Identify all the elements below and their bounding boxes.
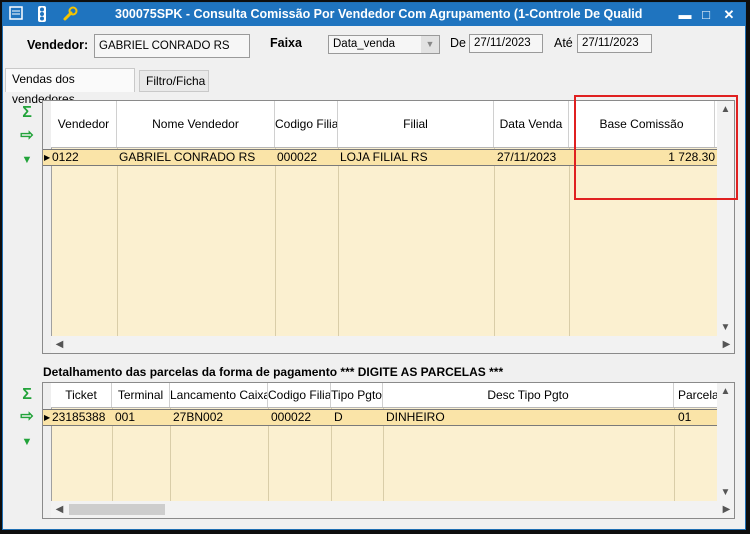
move-down-icon[interactable]: ▼ [17, 151, 37, 169]
tab-filtro-ficha[interactable]: Filtro/Ficha [139, 70, 209, 92]
scroll-left-icon[interactable]: ◀ [51, 501, 68, 518]
faixa-select[interactable]: Data_venda ▼ [328, 35, 440, 54]
cell-codigo-filial: 000022 [271, 410, 312, 424]
col-parcela[interactable]: Parcela [674, 383, 719, 407]
cell-ticket: 23185388 [52, 410, 106, 424]
traffic-light-icon[interactable] [33, 6, 51, 23]
tab-strip: Vendas dos vendedores Filtro/Ficha [3, 68, 745, 106]
scroll-right-icon[interactable]: ▶ [718, 336, 734, 353]
export-icon[interactable]: ⇨ [17, 127, 37, 145]
date-from-field[interactable]: 27/11/2023 [469, 34, 543, 53]
cell-tipo-pgto: D [334, 410, 343, 424]
vendedor-field[interactable]: GABRIEL CONRADO RS [94, 34, 250, 58]
col-tipo-pgto[interactable]: Tipo Pgto [331, 383, 383, 407]
cell-desc-tipo-pgto: DINHEIRO [386, 410, 445, 424]
cell-lancamento-caixa: 27BN002 [173, 410, 224, 424]
app-window: 300075SPK - Consulta Comissão Por Vended… [2, 2, 746, 530]
cell-terminal: 001 [115, 410, 136, 424]
tab-vendas-dos-vendedores[interactable]: Vendas dos vendedores [5, 68, 135, 106]
minimize-button[interactable]: ▬ [675, 5, 695, 24]
cell-filial: LOJA FILIAL RS [340, 150, 428, 164]
cell-parcela: 01 [678, 410, 692, 424]
col-terminal[interactable]: Terminal [112, 383, 170, 407]
window-title: 300075SPK - Consulta Comissão Por Vended… [115, 7, 643, 21]
payments-vertical-scrollbar[interactable]: ▲ ▼ [717, 383, 734, 501]
scroll-right-icon[interactable]: ▶ [718, 501, 734, 518]
scroll-up-icon[interactable]: ▲ [717, 383, 734, 400]
section-title: Detalhamento das parcelas da forma de pa… [43, 365, 504, 379]
export-icon[interactable]: ⇨ [17, 408, 37, 426]
window-menu-icon[interactable] [7, 6, 25, 23]
sum-icon[interactable]: Σ [17, 104, 37, 122]
cell-nome-vendedor: GABRIEL CONRADO RS [119, 150, 256, 164]
de-label: De [450, 36, 466, 50]
restore-button[interactable]: □ [696, 5, 716, 24]
cell-codigo-filial: 000022 [277, 150, 318, 164]
col-codigo-filial[interactable]: Codigo Filial [268, 383, 331, 407]
move-down-icon[interactable]: ▼ [17, 433, 37, 451]
col-codigo-filial[interactable]: Codigo Filial [275, 101, 338, 147]
payments-grid-header: Ticket Terminal Lancamento Caixa Codigo … [51, 383, 719, 408]
title-bar: 300075SPK - Consulta Comissão Por Vended… [3, 3, 745, 26]
current-row-icon: ▶ [44, 153, 51, 162]
close-button[interactable]: ✕ [719, 5, 739, 24]
highlight-box [574, 95, 738, 200]
faixa-label: Faixa [270, 36, 302, 50]
current-row-icon: ▶ [44, 413, 51, 422]
payments-horizontal-scrollbar[interactable]: ◀ ▶ [51, 501, 734, 518]
col-vendedor[interactable]: Vendedor [51, 101, 117, 147]
sales-horizontal-scrollbar[interactable]: ◀ ▶ [51, 336, 734, 353]
col-filial[interactable]: Filial [338, 101, 494, 147]
scroll-left-icon[interactable]: ◀ [51, 336, 68, 353]
wrench-icon[interactable] [61, 6, 79, 23]
cell-data-venda: 27/11/2023 [497, 150, 557, 164]
col-data-venda[interactable]: Data Venda [494, 101, 569, 147]
col-lancamento-caixa[interactable]: Lancamento Caixa [170, 383, 268, 407]
scroll-down-icon[interactable]: ▼ [717, 319, 734, 336]
scroll-thumb[interactable] [69, 504, 165, 515]
col-ticket[interactable]: Ticket [51, 383, 112, 407]
dropdown-arrow-icon[interactable]: ▼ [421, 36, 439, 53]
faixa-value: Data_venda [333, 38, 396, 50]
col-desc-tipo-pgto[interactable]: Desc Tipo Pgto [383, 383, 674, 407]
payments-grid: Ticket Terminal Lancamento Caixa Codigo … [42, 382, 735, 519]
vendedor-label: Vendedor: [27, 38, 89, 52]
ate-label: Até [554, 36, 573, 50]
col-nome-vendedor[interactable]: Nome Vendedor [117, 101, 275, 147]
date-to-field[interactable]: 27/11/2023 [577, 34, 652, 53]
scroll-down-icon[interactable]: ▼ [717, 484, 734, 501]
sum-icon[interactable]: Σ [17, 386, 37, 404]
table-row[interactable]: ▶ 23185388 001 27BN002 000022 D DINHEIRO… [43, 409, 719, 426]
cell-vendedor: 0122 [52, 150, 79, 164]
